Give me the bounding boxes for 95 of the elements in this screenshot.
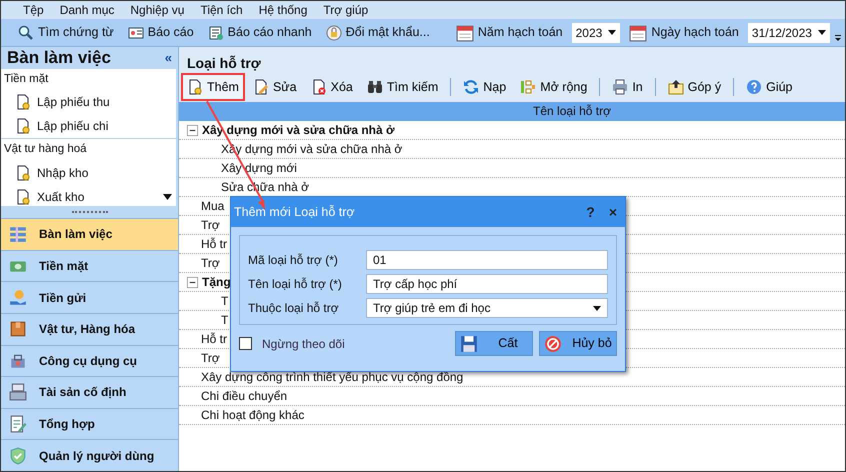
toolbar-button[interactable]: Báo cáo nhanh [202,21,317,44]
task-link[interactable]: Lập phiếu thu [1,90,176,114]
report-list-icon [208,24,224,40]
panel-title: Bàn làm việc [7,47,111,70]
binoculars-icon [366,79,383,95]
tree-row-text[interactable]: Trợ [201,216,220,234]
printer-icon [612,79,628,95]
field-label: Tên loại hỗ trợ (*) [248,276,343,293]
checkbox[interactable] [239,337,252,350]
document-icon [15,118,31,134]
report-icon [128,24,144,40]
cancel-button[interactable]: Hủy bỏ [539,331,617,356]
tree-row-text[interactable]: T [221,292,228,310]
group-header: Tiền mặt [3,72,50,87]
search-icon [18,24,34,40]
toolbar-button[interactable]: Sửa [246,72,303,102]
toolbar-button[interactable]: Mở rộng [514,72,594,102]
cancel-icon [544,334,562,352]
field-label: Ngày hạch toán [624,21,744,44]
hierarchy-icon [520,79,536,95]
collapse-button[interactable]: « [164,48,172,68]
tree-row-text[interactable]: Trợ [201,349,220,367]
tree-row-text[interactable]: Mua [201,197,224,215]
dialog-title: Thêm mới Loại hỗ trợ [234,204,355,221]
toolbar-button[interactable]: Thêm [181,72,245,102]
toolbar-button[interactable]: Xóa [304,72,359,102]
collapse-toggle-icon[interactable] [187,124,198,136]
menu-item[interactable]: Hệ thống [250,1,316,19]
menu-item[interactable]: Tệp [15,1,52,19]
save-button[interactable]: Cất [455,331,533,356]
module-button[interactable]: Bàn làm việc [1,218,178,250]
toolbar-button[interactable]: Đổi mật khẩu... [320,21,435,44]
help-icon [746,79,762,95]
task-link[interactable]: Nhập kho [1,160,176,184]
menu-item[interactable]: Nghiệp vụ [122,1,192,19]
document-icon [187,79,203,95]
menu-item[interactable]: Trợ giúp [315,1,376,19]
help-button[interactable]: ? [586,202,595,222]
splitter-handle[interactable] [72,211,108,213]
module-button[interactable]: Tổng hợp [1,408,178,440]
field-label: Năm hạch toán [450,21,568,44]
tree-row-text[interactable]: Hỗ tr [201,330,228,348]
input-field[interactable]: 01 [366,250,608,270]
tree-row-text[interactable]: Tặng [202,273,231,291]
tree-row-text[interactable]: T [221,311,228,329]
caret-icon [818,30,826,35]
checklist-icon [9,415,27,434]
tree-row-text[interactable]: Chi điều chuyển [201,387,288,405]
dropdown-field[interactable]: 31/12/2023 [748,22,830,42]
caret-icon [593,306,601,310]
tree-row-text[interactable]: Trợ [201,254,220,272]
field-label: Mã loại hỗ trợ (*) [248,252,339,269]
toolbar-button[interactable]: Nạp [457,72,512,102]
refresh-icon [463,79,480,95]
group-header: Vật tư hàng hoá [1,138,176,160]
toolbar-button[interactable]: Báo cáo [122,21,199,44]
pencil-document-icon [252,79,269,95]
tree-row-text[interactable]: Xây dựng mới và sửa chữa nhà ở [202,121,395,139]
module-button[interactable]: Tiền mặt [1,250,178,282]
box-icon [9,320,27,338]
column-header: Tên loại hỗ trợ [179,102,845,121]
task-link[interactable]: Lập phiếu chi [1,114,176,138]
task-link[interactable]: Xuất kho [1,184,176,206]
field-label: Thuộc loại hỗ trợ [248,300,340,317]
delete-document-icon [310,79,327,95]
page-title: Loại hỗ trợ [179,47,845,72]
menu-item[interactable]: Danh mục [52,1,122,19]
toolbar-button[interactable]: Tìm kiếm [360,72,444,102]
tree-row-text[interactable]: Xây dựng mới [221,159,297,177]
menu-item[interactable]: Tiện ích [192,1,251,19]
envelope-upload-icon [668,79,684,95]
toolbar-button[interactable]: Giúp [740,72,799,102]
tree-row-text[interactable]: Xây dựng công trình thiết yếu phục vụ cộng đồng [201,368,464,386]
cash-register-icon [9,383,27,402]
toolbar-button[interactable]: Góp ý [662,72,728,102]
toolbar-button[interactable]: Tìm chứng từ [13,21,119,44]
tree-row-text[interactable]: Hỗ tr [201,235,228,253]
dropdown-field[interactable]: 2023 [572,22,620,42]
collapse-toggle-icon[interactable] [187,276,198,288]
overflow-icon[interactable] [834,34,842,42]
close-button[interactable]: × [608,202,617,222]
input-field[interactable]: Trợ cấp học phí [366,274,608,294]
scroll-down-icon[interactable] [163,194,172,200]
padlock-icon [326,24,342,40]
shield-check-icon [9,446,27,465]
document-icon [15,164,31,180]
caret-icon [608,30,616,35]
dashboard-icon [9,225,27,244]
dropdown-field[interactable]: Trợ giúp trẻ em đi học [366,298,608,318]
tree-row-text[interactable]: Chi hoạt động khác [201,406,304,424]
toolbar-button[interactable]: In [606,72,649,102]
calendar-icon [456,24,474,42]
document-icon [15,94,31,110]
checkbox-label: Ngừng theo dõi [262,336,345,352]
calendar-icon [629,24,648,42]
